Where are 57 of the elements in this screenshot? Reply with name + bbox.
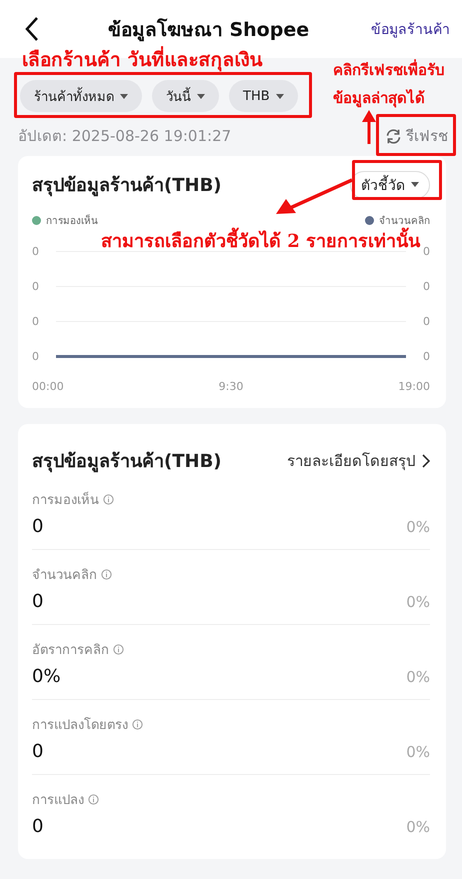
axis-tick: 9:30 (218, 380, 244, 392)
metric-label: อัตราการคลิก (32, 643, 109, 658)
metric-value: 0 (32, 591, 44, 612)
metric-label: การแปลง (32, 793, 84, 808)
axis-tick: 19:00 (398, 380, 430, 392)
summary-detail-link[interactable]: รายละเอียดโดยสรุป (287, 448, 430, 472)
chevron-right-icon (422, 454, 430, 468)
metric-value: 0% (32, 666, 61, 687)
metric-dropdown[interactable]: ตัวชี้วัด (350, 170, 430, 198)
axis-tick: 00:00 (32, 380, 64, 392)
metric-value: 0 (32, 741, 44, 762)
metric-change: 0% (406, 742, 430, 760)
axis-tick: 0 (423, 315, 430, 328)
metric-change: 0% (406, 518, 430, 536)
legend-label: การมองเห็น (46, 213, 98, 228)
arrow-icon (276, 180, 352, 216)
caret-icon (197, 94, 205, 98)
axis-tick: 0 (32, 245, 39, 258)
refresh-button[interactable]: รีเฟรช (385, 124, 448, 148)
caret-icon (411, 182, 419, 187)
back-icon[interactable] (24, 16, 40, 42)
metric-value: 0 (32, 816, 44, 837)
metric-change: 0% (406, 668, 430, 686)
annotation-text: สามารถเลือกตัวชี้วัดได้ 2 รายการเท่านั้น (101, 226, 420, 255)
arrow-icon (362, 110, 376, 144)
metric-change: 0% (406, 592, 430, 610)
annotation-text: เลือกร้านค้า วันที่และสกุลเงิน (22, 44, 263, 74)
caret-icon (120, 94, 128, 98)
axis-tick: 0 (423, 280, 430, 293)
metric-label: การแปลงโดยตรง (32, 718, 128, 733)
axis-tick: 0 (32, 350, 39, 363)
metric-value: 0 (32, 516, 44, 537)
caret-icon (276, 94, 284, 98)
axis-tick: 0 (423, 245, 430, 258)
refresh-icon (385, 128, 402, 144)
metric-label: จำนวนคลิก (32, 568, 97, 583)
annotation-text: คลิกรีเฟรชเพื่อรับ (333, 58, 445, 81)
filter-dropdown[interactable]: THB (229, 80, 298, 112)
axis-tick: 0 (32, 315, 39, 328)
info-icon (101, 569, 112, 580)
info-icon (132, 719, 143, 730)
card-title: สรุปข้อมูลร้านค้า(THB) (32, 450, 222, 474)
shop-data-link[interactable]: ข้อมูลร้านค้า (371, 18, 450, 40)
info-icon (88, 794, 99, 805)
update-time: อัปเดต: 2025-08-26 19:01:27 (18, 126, 232, 147)
axis-tick: 0 (32, 280, 39, 293)
filter-dropdown[interactable]: ร้านค้าทั้งหมด (20, 80, 142, 112)
legend-label: จำนวนคลิก (379, 214, 430, 228)
info-icon (103, 494, 114, 505)
annotation-text: ข้อมูลล่าสุดได้ (333, 88, 425, 110)
axis-tick: 0 (423, 350, 430, 363)
page-title: ข้อมูลโฆษณา Shopee (106, 17, 310, 44)
metric-change: 0% (406, 818, 430, 836)
card-title: สรุปข้อมูลร้านค้า(THB) (32, 174, 222, 198)
filter-dropdown[interactable]: วันนี้ (152, 80, 219, 112)
info-icon (113, 644, 124, 655)
metric-label: การมองเห็น (32, 493, 99, 508)
